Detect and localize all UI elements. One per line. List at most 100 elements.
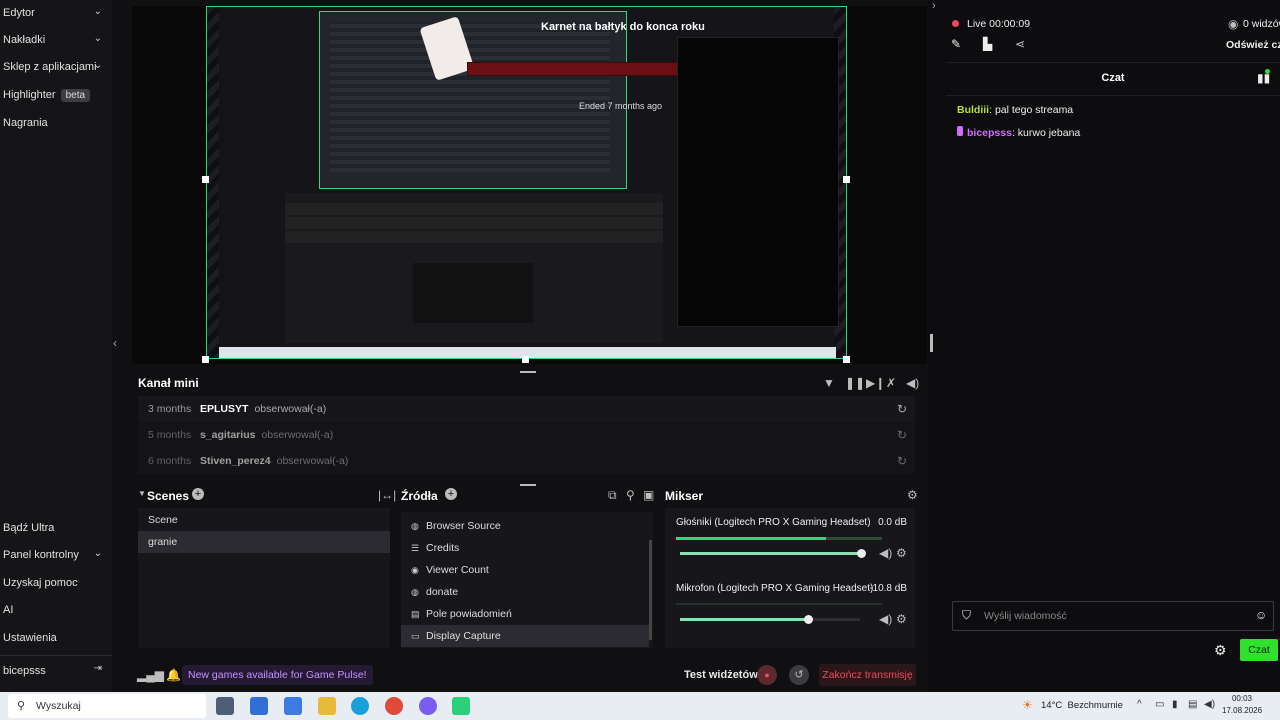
monitor-icon: ▭	[411, 630, 420, 641]
gear-icon[interactable]: ⚙	[896, 612, 907, 626]
bell-icon[interactable]: 🔔	[166, 668, 181, 682]
user-profile[interactable]: bicepsss ⇥	[0, 658, 112, 684]
repeat-icon[interactable]: ↻	[897, 428, 907, 442]
sidebar-item-pomoc[interactable]: Uzyskaj pomoc	[0, 570, 112, 596]
add-scene-icon[interactable]: +	[192, 488, 204, 500]
sidebar-item-ai[interactable]: AI	[0, 597, 112, 623]
scene-item[interactable]: Scene	[138, 509, 390, 531]
sidebar-item-highlighter[interactable]: Highlighter beta	[0, 82, 112, 108]
record-button[interactable]: ●	[757, 665, 777, 685]
sidebar-item-panel[interactable]: Panel kontrolny ⌄	[0, 542, 112, 568]
sidebar-item-sklep[interactable]: Sklep z aplikacjami ⌄	[0, 54, 112, 80]
discord-icon[interactable]	[419, 697, 437, 715]
speaker-icon[interactable]: ◀)	[879, 546, 892, 560]
resize-handle[interactable]	[522, 356, 529, 363]
scene-label: granie	[148, 536, 178, 548]
folder-icon[interactable]: ▣	[643, 488, 654, 502]
collapse-right-icon[interactable]: ›	[932, 0, 936, 12]
gear-icon[interactable]: ⚙	[1214, 642, 1227, 659]
end-stream-button[interactable]: Zakończ transmisję	[819, 664, 916, 686]
task-view-icon[interactable]	[216, 697, 234, 715]
volume-slider[interactable]	[680, 552, 860, 555]
windows-taskbar: ⚲ Wyszukaj ☀ 14°C Bezchmurnie ^ ▭ ▮ ▤ ◀)…	[0, 692, 1280, 720]
shield-icon[interactable]: ⛉	[962, 608, 971, 623]
logout-icon[interactable]: ⇥	[94, 663, 102, 674]
source-item[interactable]: ◍ donate	[401, 581, 653, 603]
drag-handle[interactable]	[520, 371, 536, 373]
sidebar-item-nakladki[interactable]: Nakładki ⌄	[0, 27, 112, 53]
transition-icon[interactable]: |↔|	[378, 488, 396, 502]
streamlabs-icon[interactable]	[452, 697, 470, 715]
chrome-icon[interactable]	[385, 697, 403, 715]
gear-icon[interactable]: ⚙	[896, 546, 907, 560]
scene-item-selected[interactable]: granie	[138, 531, 390, 553]
volume-icon[interactable]: ◀)	[1204, 699, 1215, 710]
scrollbar[interactable]	[649, 540, 652, 640]
drag-handle[interactable]	[520, 484, 536, 486]
edge-icon[interactable]	[351, 697, 369, 715]
sidebar-item-ultra[interactable]: Bądź Ultra	[0, 515, 112, 541]
chat-input[interactable]: ⛉ Wyślij wiadomość ☺	[952, 601, 1274, 631]
share-icon[interactable]: ⋖	[1015, 37, 1025, 51]
chevron-down-icon: ⌄	[93, 548, 102, 559]
speaker-icon[interactable]: ◀)	[879, 612, 892, 626]
resize-handle[interactable]	[202, 356, 209, 363]
resize-handle[interactable]	[202, 176, 209, 183]
chat-user[interactable]: Buldiii	[957, 104, 989, 116]
taskbar-search[interactable]: ⚲ Wyszukaj	[8, 694, 206, 718]
store-icon[interactable]	[250, 697, 268, 715]
replay-button[interactable]: ↺	[789, 665, 809, 685]
overlay-title: Karnet na bałtyk do konca roku	[541, 21, 705, 33]
chat-header: Czat	[1101, 72, 1125, 84]
badge-icon	[957, 126, 963, 136]
source-item[interactable]: ◉ Viewer Count	[401, 559, 653, 581]
resize-handle[interactable]	[843, 176, 850, 183]
nested-sidebar	[219, 7, 279, 347]
send-chat-button[interactable]: Czat	[1240, 639, 1278, 661]
collapse-left-icon[interactable]: ‹	[113, 336, 117, 350]
chevron-down-icon[interactable]: ▼	[138, 489, 146, 498]
tray-chevron-icon[interactable]: ^	[1137, 699, 1142, 710]
notice-banner[interactable]: New games available for Game Pulse!	[182, 665, 373, 685]
sidebar-item-nagrania[interactable]: Nagrania	[0, 110, 112, 136]
mute-icon[interactable]: ✗	[886, 376, 896, 390]
clock[interactable]: 00:03 17.08.2026	[1222, 694, 1262, 715]
filter-icon[interactable]: ⚲	[626, 488, 635, 502]
sidebar-item-ustawienia[interactable]: Ustawienia	[0, 625, 112, 651]
clapper-icon[interactable]: ▙	[983, 37, 992, 51]
sources-title: Źródła	[401, 489, 438, 503]
sidebar-item-edytor[interactable]: Edytor ⌄	[0, 0, 112, 26]
event-action: obserwował(-a)	[261, 429, 334, 441]
repeat-icon[interactable]: ↻	[897, 402, 907, 416]
emoji-icon[interactable]: ☺	[1255, 608, 1267, 622]
resize-handle[interactable]	[930, 334, 933, 352]
add-source-icon[interactable]: +	[445, 488, 457, 500]
slider-thumb[interactable]	[857, 549, 866, 558]
refresh-chat-button[interactable]: Odśwież czat	[1226, 39, 1280, 51]
source-item-selected[interactable]: ▭ Display Capture	[401, 625, 649, 647]
source-item[interactable]: ☰ Credits	[401, 537, 653, 559]
pause-icon[interactable]: ❚❚	[845, 376, 865, 390]
volume-slider[interactable]	[680, 618, 860, 621]
stream-preview[interactable]: Karnet na bałtyk do konca roku 500 Ended…	[206, 6, 847, 359]
stats-icon[interactable]: ▂▄▆	[137, 668, 164, 682]
source-item[interactable]: ▤ Pole powiadomień	[401, 603, 653, 625]
repeat-icon[interactable]: ↻	[897, 454, 907, 468]
folder-icon[interactable]	[318, 697, 336, 715]
volume-icon[interactable]: ◀)	[906, 376, 919, 390]
weather-text[interactable]: 14°C Bezchmurnie	[1041, 700, 1123, 711]
list-icon: ☰	[411, 542, 420, 553]
filter-icon[interactable]: ▼	[823, 376, 835, 390]
network-icon[interactable]: ▤	[1188, 699, 1197, 710]
source-item[interactable]: ◍ Browser Source	[401, 515, 653, 537]
chat-user[interactable]: bicepsss	[967, 127, 1012, 139]
mail-icon[interactable]	[284, 697, 302, 715]
battery-icon[interactable]: ▭	[1155, 699, 1164, 710]
resize-handle[interactable]	[843, 356, 850, 363]
mic-icon[interactable]: ▮	[1172, 699, 1178, 710]
slider-thumb[interactable]	[804, 615, 813, 624]
gear-icon[interactable]: ⚙	[907, 488, 918, 502]
skip-icon[interactable]: ▶❙	[866, 376, 885, 390]
pencil-icon[interactable]: ✎	[951, 37, 961, 51]
group-icon[interactable]: ⧉	[608, 488, 617, 503]
